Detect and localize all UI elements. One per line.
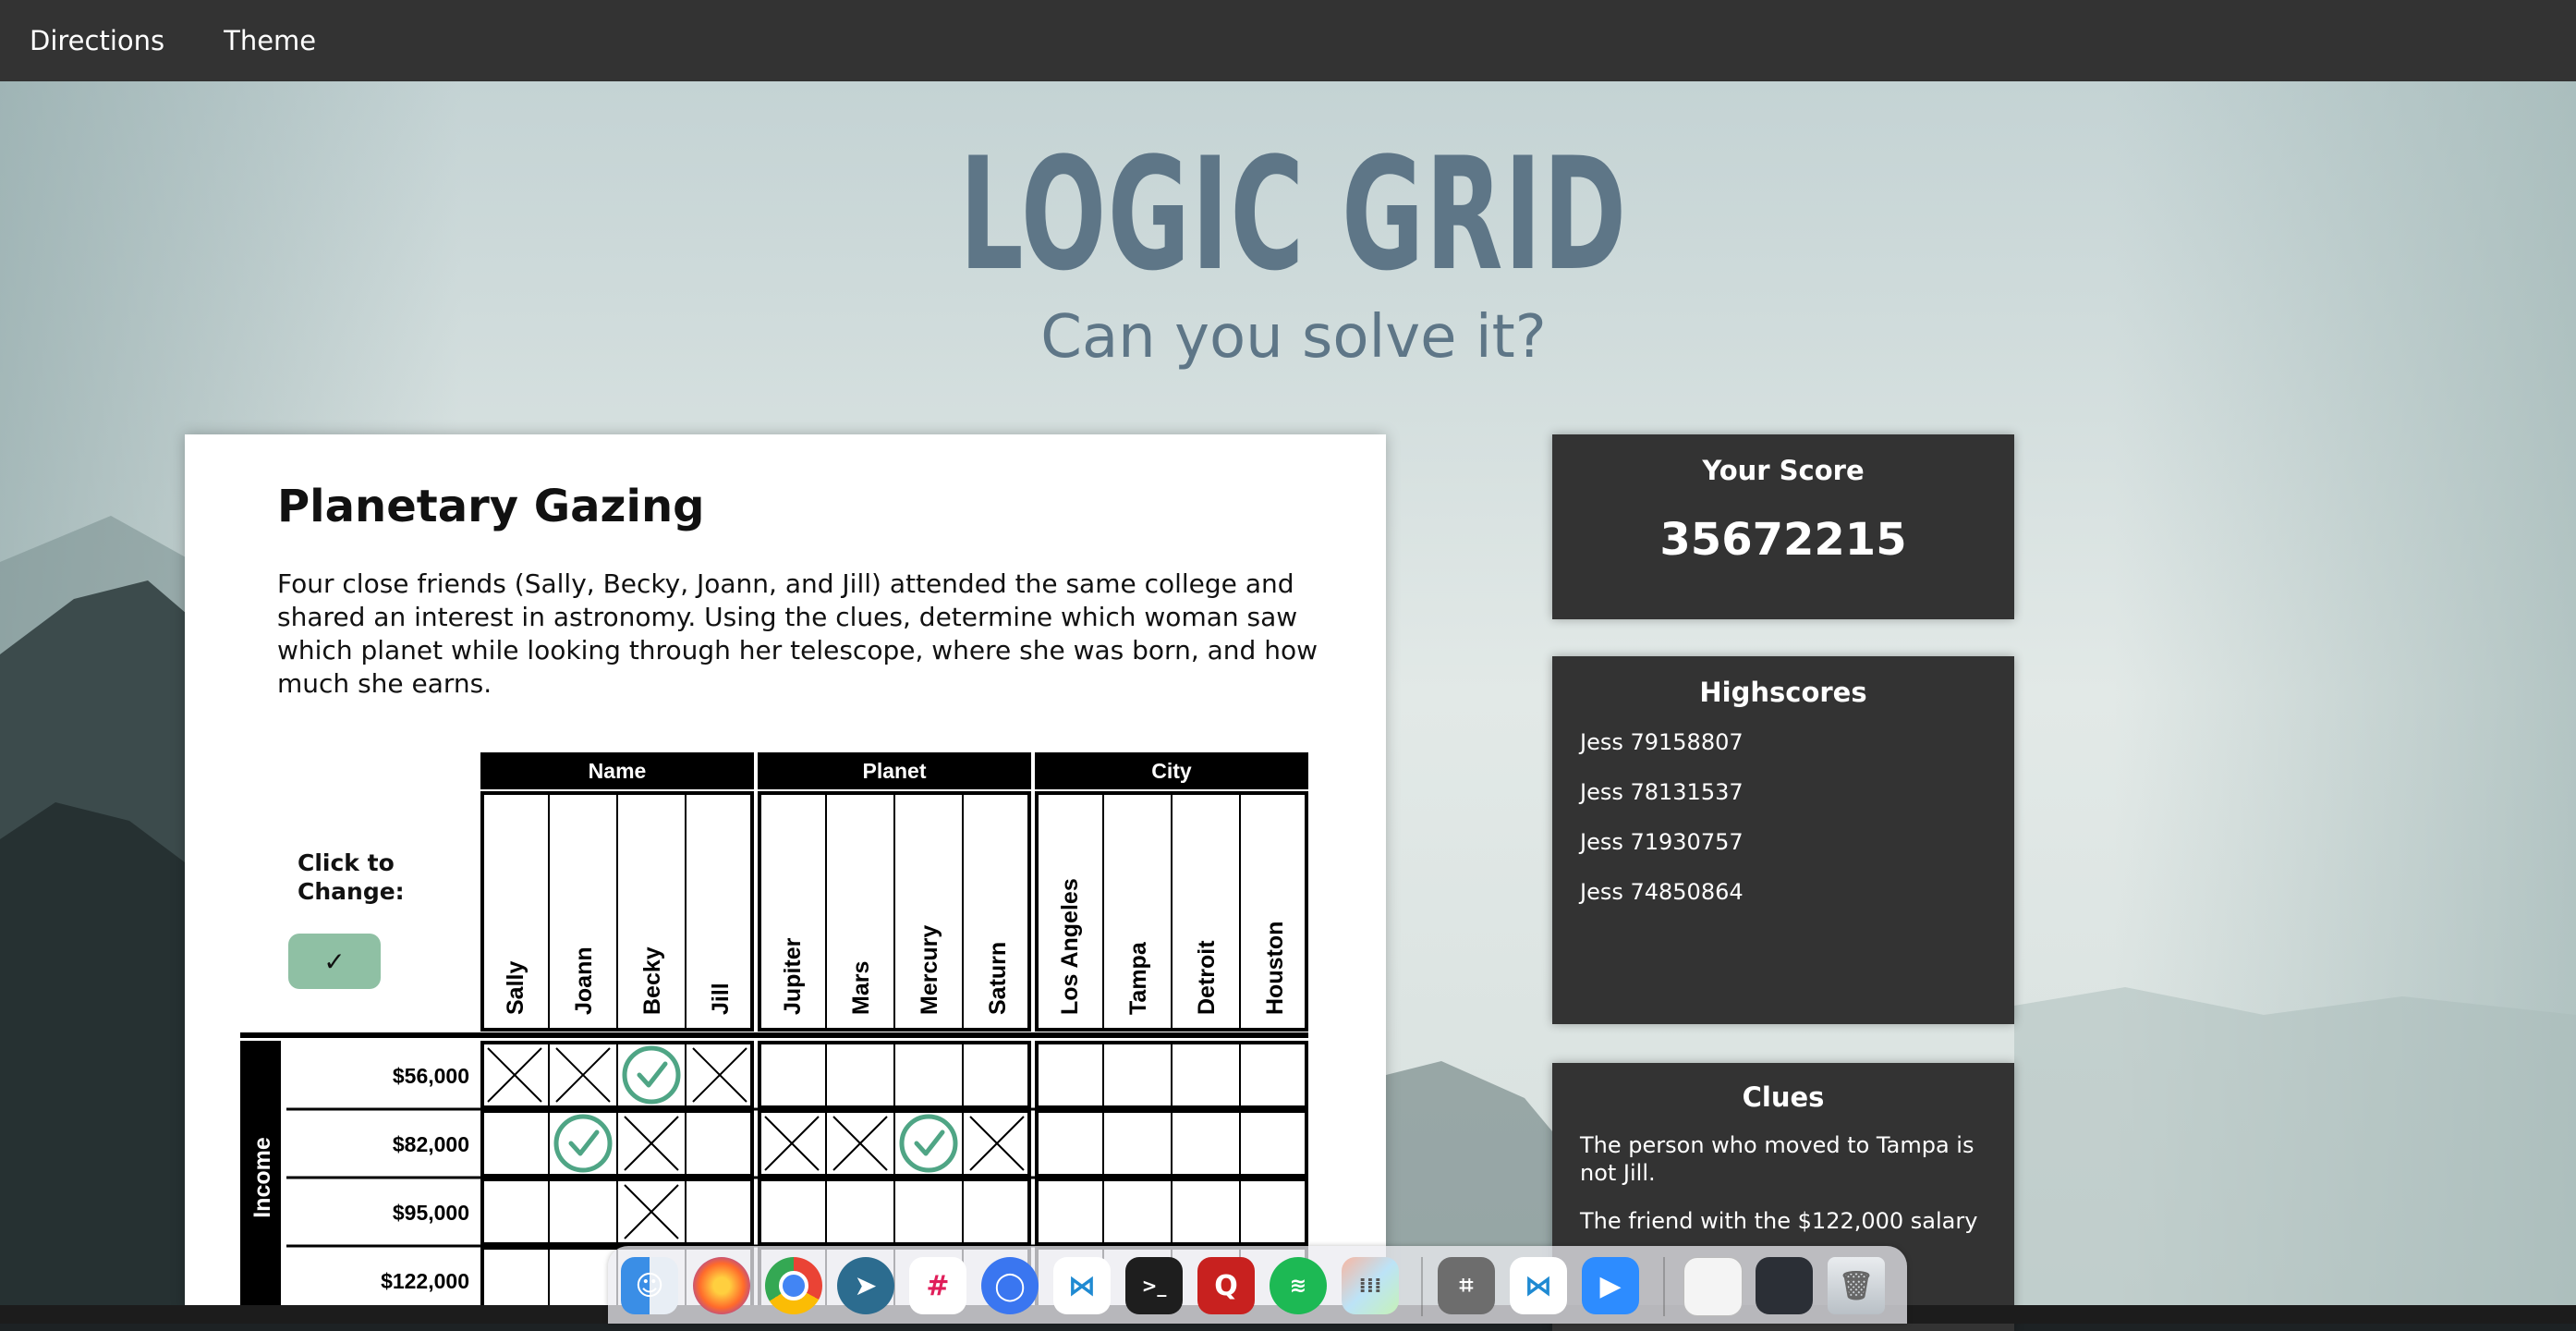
dock-separator <box>1421 1257 1423 1316</box>
column-label: Los Angeles <box>1057 878 1083 1015</box>
column-label: Tampa <box>1125 941 1151 1015</box>
grid-cell[interactable] <box>1174 1113 1237 1174</box>
grid-cell[interactable] <box>552 1250 614 1308</box>
grid-cell[interactable] <box>760 1181 823 1242</box>
grid-cell[interactable] <box>1243 1044 1306 1105</box>
row-label: $82,000 <box>393 1132 469 1156</box>
score-value: 35672215 <box>1659 514 1907 566</box>
grid-cell[interactable] <box>620 1044 683 1105</box>
clue-item: The person who moved to Tampa is not Jil… <box>1580 1132 1975 1186</box>
highscore-item: Jess 74850864 <box>1580 879 1744 905</box>
grid-cell[interactable] <box>829 1044 892 1105</box>
vscode-icon[interactable]: ⋈ <box>1510 1257 1567 1314</box>
grid-cell[interactable] <box>483 1181 546 1242</box>
grid-cell[interactable] <box>1038 1181 1100 1242</box>
grid-cell[interactable] <box>552 1113 614 1174</box>
grid-cell[interactable] <box>966 1044 1028 1105</box>
highscore-item: Jess 79158807 <box>1580 729 1744 755</box>
vscode-icon[interactable]: ⋈ <box>1053 1257 1111 1314</box>
grid-cell[interactable] <box>1243 1181 1306 1242</box>
highscores-label: Highscores <box>1699 677 1867 708</box>
column-label: Jill <box>708 983 734 1015</box>
grid-cell[interactable] <box>1106 1113 1169 1174</box>
column-label: Mars <box>848 961 874 1015</box>
row-group-label: Income <box>249 1137 275 1218</box>
telegram-icon[interactable]: ➤ <box>837 1257 894 1314</box>
column-label: Jupiter <box>780 937 806 1015</box>
calculator-icon[interactable]: ⌗ <box>1438 1257 1495 1314</box>
row-label: $95,000 <box>393 1201 469 1225</box>
page-subtitle: Can you solve it? <box>1040 303 1547 372</box>
grid-cell[interactable] <box>829 1181 892 1242</box>
trash-icon[interactable]: 🗑 <box>1828 1257 1885 1314</box>
group-header-city: City <box>1151 759 1192 783</box>
grid-cell[interactable] <box>1174 1044 1237 1105</box>
column-label: Joann <box>571 946 597 1015</box>
chrome-icon[interactable] <box>765 1257 822 1314</box>
nav-theme[interactable]: Theme <box>224 25 316 56</box>
launchpad-icon[interactable]: ⁞⁞⁞ <box>1342 1257 1399 1314</box>
grid-cell[interactable] <box>552 1181 614 1242</box>
column-label: Saturn <box>985 942 1011 1015</box>
grid-cell[interactable] <box>1174 1181 1237 1242</box>
spotify-icon[interactable]: ≋ <box>1270 1257 1327 1314</box>
finder-icon[interactable]: ☺ <box>621 1257 678 1314</box>
check-mark-icon: ✓ <box>323 946 346 977</box>
grid-cell[interactable] <box>897 1044 960 1105</box>
grid-cell[interactable] <box>483 1250 546 1308</box>
grid-cell[interactable] <box>688 1181 751 1242</box>
grid-cell[interactable] <box>1106 1044 1169 1105</box>
grid-cell[interactable] <box>1243 1113 1306 1174</box>
column-label: Mercury <box>917 925 942 1015</box>
column-label: Detroit <box>1194 940 1220 1015</box>
macos-dock: ☺ ➤ # ◯ ⋈ >_ Q ≋ ⁞⁞⁞ ⌗ ⋈ ▶ 🗑 <box>608 1246 1907 1324</box>
grid-cell[interactable] <box>483 1113 546 1174</box>
grid-cell[interactable] <box>1106 1181 1169 1242</box>
grid-cell[interactable] <box>897 1113 960 1174</box>
highscore-item: Jess 78131537 <box>1580 779 1744 805</box>
row-label: $56,000 <box>393 1064 469 1088</box>
clues-label: Clues <box>1742 1081 1825 1113</box>
score-panel: Your Score 35672215 <box>1552 434 2014 619</box>
slack-icon[interactable]: # <box>909 1257 966 1314</box>
nav-directions[interactable]: Directions <box>30 25 164 56</box>
mark-toggle-button[interactable]: ✓ <box>288 934 381 989</box>
dock-separator <box>1663 1257 1665 1316</box>
column-label: Houston <box>1262 922 1288 1015</box>
score-label: Your Score <box>1702 455 1865 486</box>
clue-item: The friend with the $122,000 salary <box>1580 1208 1978 1234</box>
grid-cell[interactable] <box>688 1113 751 1174</box>
grid-cell[interactable] <box>897 1181 960 1242</box>
highscores-list: Jess 79158807 Jess 78131537 Jess 7193075… <box>1552 728 2014 928</box>
zoom-icon[interactable]: ▶ <box>1582 1257 1639 1314</box>
page-title: LOGIC GRID <box>959 124 1628 305</box>
quora-icon[interactable]: Q <box>1197 1257 1255 1314</box>
signal-icon[interactable]: ◯ <box>981 1257 1039 1314</box>
highscores-panel: Highscores Jess 79158807 Jess 78131537 J… <box>1552 656 2014 1024</box>
highscore-item: Jess 71930757 <box>1580 829 1744 855</box>
top-nav-bar: Directions Theme <box>0 0 2576 81</box>
grid-cell[interactable] <box>966 1181 1028 1242</box>
column-label: Sally <box>503 961 529 1015</box>
grid-cell[interactable] <box>1038 1044 1100 1105</box>
grid-cell[interactable] <box>760 1044 823 1105</box>
click-to-change-label: Click to Change: <box>298 849 405 905</box>
puzzle-card: Planetary Gazing Four close friends (Sal… <box>185 434 1386 1308</box>
row-label: $122,000 <box>381 1269 469 1293</box>
grid-cell[interactable] <box>1038 1113 1100 1174</box>
group-header-name: Name <box>589 759 647 783</box>
group-header-planet: Planet <box>862 759 926 783</box>
window-thumbnail-icon[interactable] <box>1683 1257 1743 1316</box>
column-label: Becky <box>639 946 665 1015</box>
terminal-icon[interactable]: >_ <box>1125 1257 1183 1314</box>
window-thumbnail-icon[interactable] <box>1756 1257 1813 1314</box>
firefox-icon[interactable] <box>693 1257 750 1314</box>
